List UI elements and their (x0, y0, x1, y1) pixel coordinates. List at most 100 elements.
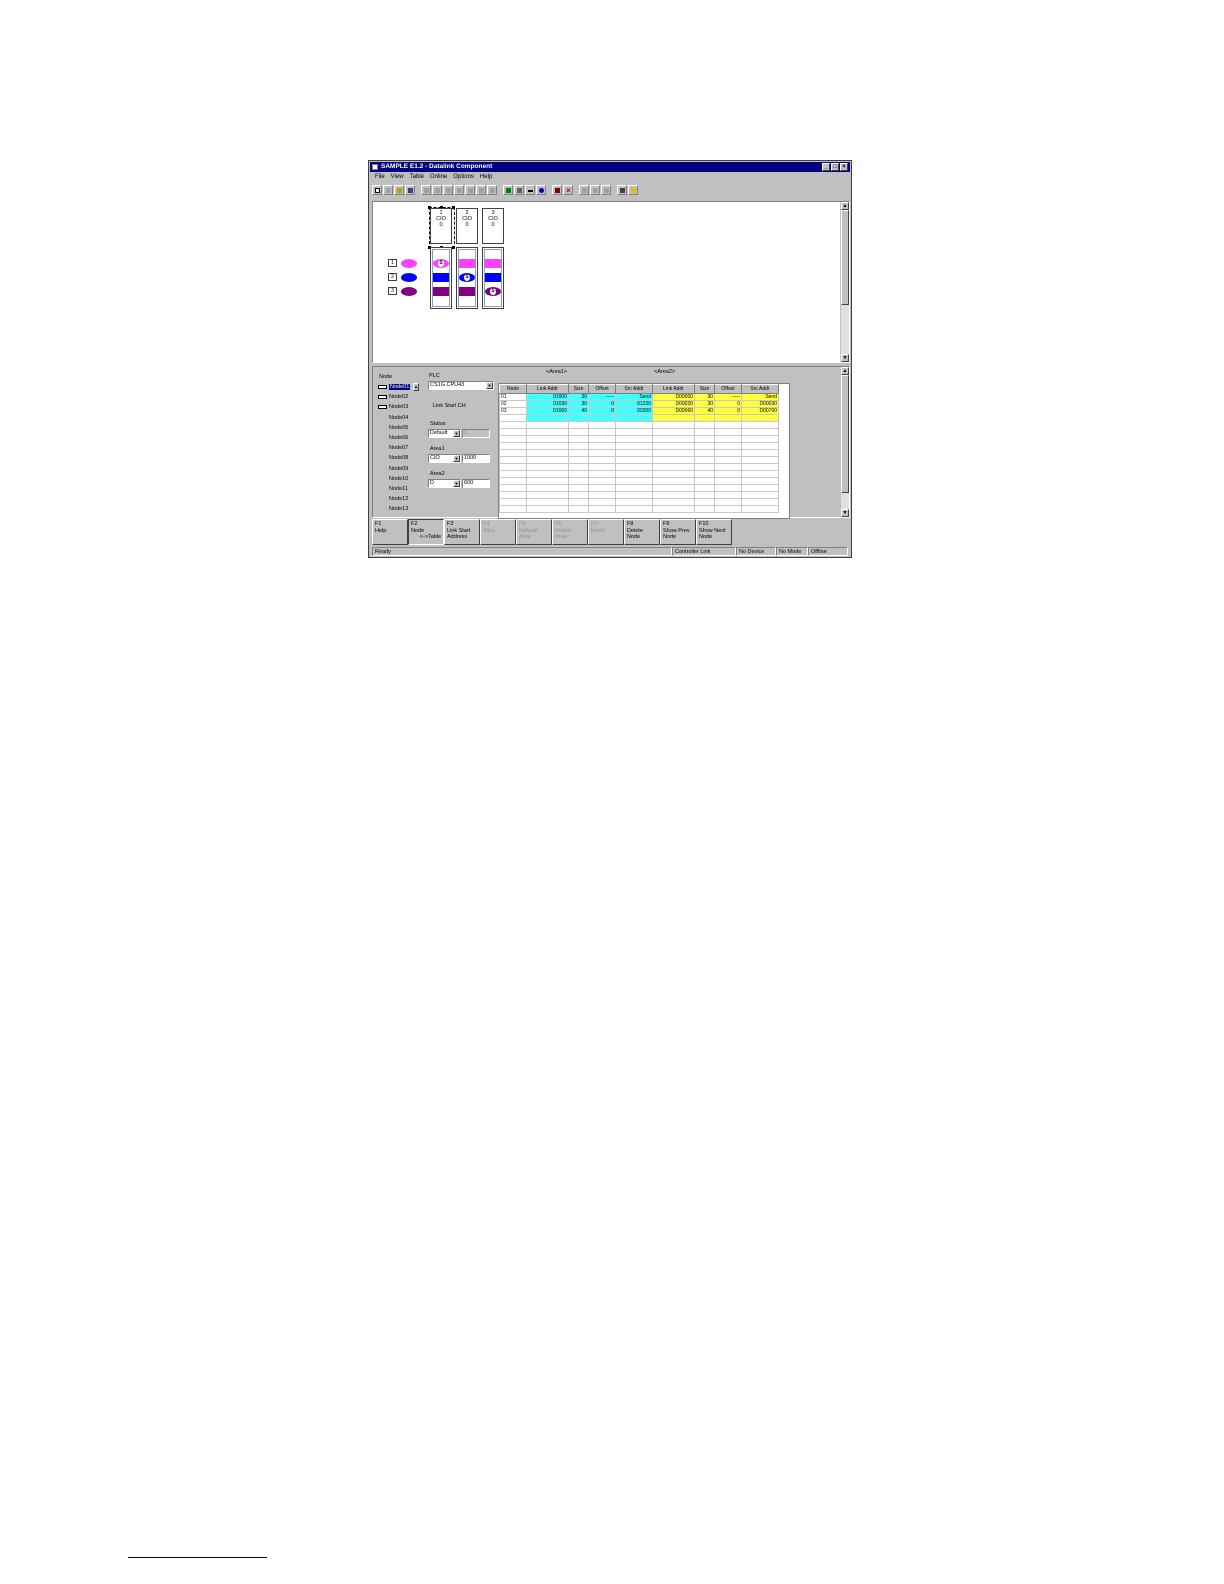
table-row[interactable] (499, 421, 779, 429)
open-icon[interactable] (383, 185, 393, 195)
diagram-scrollbar[interactable]: ▲ ▼ (840, 202, 849, 362)
table-row[interactable] (499, 463, 779, 471)
table-row[interactable] (499, 505, 779, 513)
table-cell[interactable]: 02 (499, 400, 527, 408)
menu-help[interactable]: Help (477, 173, 495, 182)
chevron-down-icon[interactable]: ▼ (453, 455, 460, 462)
list-item[interactable]: Node03 (377, 402, 421, 412)
folder-icon[interactable] (394, 185, 404, 195)
help-icon[interactable] (628, 185, 638, 195)
list-item[interactable]: Node05 (377, 423, 421, 433)
menu-file[interactable]: File (372, 173, 388, 182)
table-cell[interactable]: D00060 (652, 407, 695, 415)
table-row[interactable] (499, 484, 779, 492)
plc-node-1[interactable]: 1 CIO 0 (430, 208, 452, 244)
menu-table[interactable]: Table (407, 173, 427, 182)
table-cell[interactable]: D00700 (741, 407, 779, 415)
table-row[interactable] (499, 470, 779, 478)
table-row[interactable] (499, 456, 779, 464)
table-row[interactable] (499, 491, 779, 499)
scroll-down-arrow[interactable]: ▼ (841, 354, 849, 362)
node-diagram-canvas[interactable]: 1 CIO 0 2 CIO 0 3 CIO 0 S S S 1 2 3 ▲ ▼ (372, 201, 850, 363)
zoom-out-icon[interactable] (525, 185, 535, 195)
f5-refresh-area-button[interactable]: F5 Refresh Area (516, 519, 552, 545)
table-cell[interactable]: 01230 (615, 400, 653, 408)
column-header[interactable]: Size (568, 384, 589, 394)
f8-delete-node-button[interactable]: F8 Delete Node (624, 519, 660, 545)
f7-insert-button[interactable]: F7 Insert (588, 519, 624, 545)
plc-select[interactable]: CS1G CPU43 ▼ (428, 381, 494, 390)
table-row[interactable] (499, 414, 779, 422)
table-row[interactable] (499, 442, 779, 450)
table-cell[interactable]: 03 (499, 407, 527, 415)
table-row[interactable] (499, 428, 779, 436)
table-cell[interactable]: 30 (694, 393, 715, 401)
menu-online[interactable]: Online (427, 173, 450, 182)
table-cell[interactable]: 0 (588, 400, 616, 408)
datalink-table[interactable]: Node Link Addr Size Offset Src Addr Link… (498, 383, 790, 519)
list-item[interactable]: Node13 (377, 504, 421, 514)
table-row[interactable]: 01 01000 30 ----- Send D00000 30 ----- S… (499, 393, 779, 401)
f9-show-prev-node-button[interactable]: F9 Show Prev Node (660, 519, 696, 545)
table-icon[interactable] (552, 185, 562, 195)
column-header[interactable]: Size (694, 384, 715, 394)
print-icon[interactable] (617, 185, 627, 195)
panel-scrollbar[interactable]: ▲ ▼ (841, 367, 849, 517)
table-cell[interactable]: 01000 (526, 393, 569, 401)
table-row[interactable]: 02 01030 30 0 01230 D00030 30 0 D00030 (499, 400, 779, 408)
table-cell[interactable]: Send (615, 393, 653, 401)
column-header[interactable]: Link Addr (526, 384, 569, 394)
list-item[interactable]: Node07 (377, 443, 421, 453)
check-icon[interactable] (503, 185, 513, 195)
f10-show-next-node-button[interactable]: F10 Show Next Node (696, 519, 732, 545)
table-cell[interactable]: 0 (588, 407, 616, 415)
undo-icon[interactable] (454, 185, 464, 195)
plc-node-2[interactable]: 2 CIO 0 (456, 208, 478, 244)
table-cell[interactable]: 0 (714, 400, 742, 408)
list-item[interactable]: Node04 (377, 413, 421, 423)
column-header[interactable]: Offset (588, 384, 616, 394)
menu-view[interactable]: View (388, 173, 407, 182)
area2-start-field[interactable]: 600 (462, 479, 490, 488)
scroll-down-arrow[interactable]: ▼ (841, 509, 849, 517)
table-cell[interactable]: 40 (568, 407, 589, 415)
scroll-thumb[interactable] (841, 375, 849, 493)
column-header[interactable]: Link Addr (652, 384, 695, 394)
table-cell[interactable]: 01060 (526, 407, 569, 415)
table-cell[interactable]: 01 (499, 393, 527, 401)
chevron-down-icon[interactable]: ▼ (453, 480, 460, 487)
table-row[interactable] (499, 477, 779, 485)
f2-node-table-button[interactable]: F2 Node <->Table (408, 519, 444, 545)
compare2-icon[interactable] (590, 185, 600, 195)
save-icon[interactable] (405, 185, 415, 195)
delete-icon[interactable]: × (563, 185, 573, 195)
table-cell[interactable]: D00000 (652, 393, 695, 401)
node-list[interactable]: Node01 Node02 Node03 Node04 Node05 Node0… (377, 382, 421, 514)
f3-link-start-button[interactable]: F3 Link Start Address (444, 519, 480, 545)
area1-select[interactable]: CIO ▼ (428, 454, 461, 463)
list-item[interactable]: Node06 (377, 433, 421, 443)
cut-icon[interactable] (421, 185, 431, 195)
area1-start-field[interactable]: 1000 (462, 454, 490, 463)
node-list-scroll-up[interactable]: ▲ (413, 383, 419, 391)
table-row[interactable] (499, 449, 779, 457)
column-header[interactable]: Node (499, 384, 527, 394)
scroll-thumb[interactable] (841, 210, 849, 305)
list-item[interactable]: Node11 (377, 484, 421, 494)
close-button[interactable]: × (840, 163, 848, 171)
table-cell[interactable]: 30 (694, 400, 715, 408)
status-select[interactable]: Default ▼ (428, 429, 461, 438)
minimize-button[interactable]: _ (822, 163, 830, 171)
f6-delete-area-button[interactable]: F6 Delete Area (552, 519, 588, 545)
table-row[interactable]: 03 01060 40 0 02000 D00060 40 0 D00700 (499, 407, 779, 415)
redo-icon[interactable] (465, 185, 475, 195)
scroll-up-arrow[interactable]: ▲ (841, 202, 849, 210)
table-cell[interactable]: ----- (714, 393, 742, 401)
list-item[interactable]: Node02 (377, 392, 421, 402)
table-row[interactable] (499, 498, 779, 506)
list-item[interactable]: Node09 (377, 464, 421, 474)
chevron-down-icon[interactable]: ▼ (453, 430, 460, 437)
menu-options[interactable]: Options (450, 173, 477, 182)
table-cell[interactable]: 30 (568, 393, 589, 401)
copy-icon[interactable] (432, 185, 442, 195)
